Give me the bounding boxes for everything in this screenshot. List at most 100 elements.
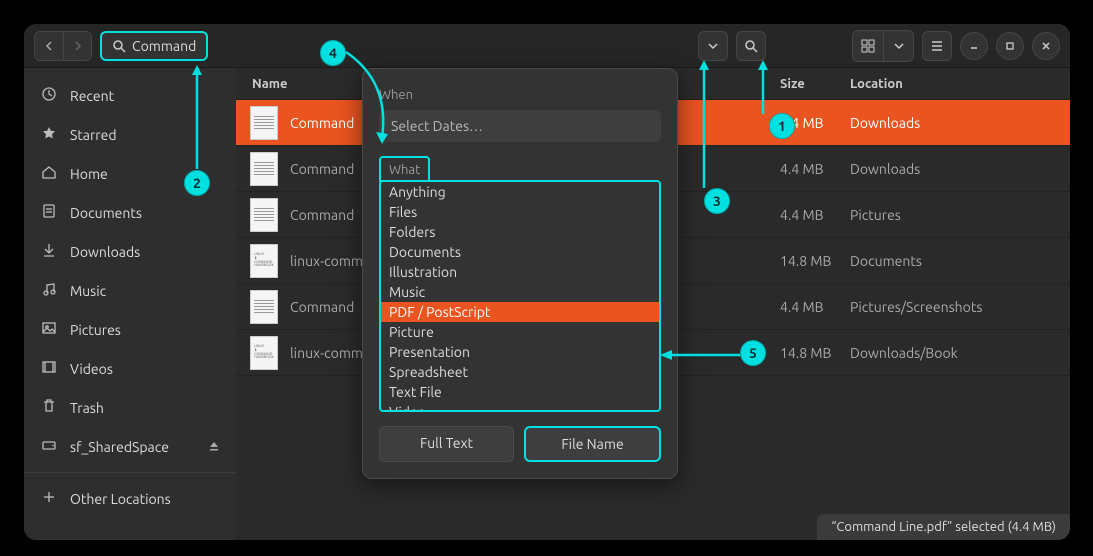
doc-icon xyxy=(40,203,58,222)
annotation-4: 4 xyxy=(320,40,346,66)
file-size: 4.4 MB xyxy=(780,161,850,177)
close-icon xyxy=(1041,41,1051,51)
sidebar-item-music[interactable]: Music xyxy=(24,271,236,310)
hamburger-icon xyxy=(930,39,944,53)
sidebar-item-downloads[interactable]: Downloads xyxy=(24,232,236,271)
sidebar-item-label: Music xyxy=(70,283,106,299)
sidebar-item-label: Recent xyxy=(70,88,114,104)
close-button[interactable] xyxy=(1032,32,1060,60)
hamburger-menu-button[interactable] xyxy=(922,31,952,61)
sidebar-item-label: Starred xyxy=(70,127,117,143)
sidebar-item-label: sf_SharedSpace xyxy=(70,439,169,455)
pic-icon xyxy=(40,320,58,339)
column-location[interactable]: Location xyxy=(850,77,1070,91)
sidebar-item-recent[interactable]: Recent xyxy=(24,76,236,115)
type-option[interactable]: Anything xyxy=(381,182,659,202)
chevron-down-icon xyxy=(894,41,904,51)
search-filter-popover: When Select Dates… What AnythingFilesFol… xyxy=(362,68,678,479)
file-thumbnail xyxy=(250,198,278,232)
annotation-3: 3 xyxy=(704,188,730,214)
search-toggle-button[interactable] xyxy=(736,31,766,61)
status-bar: “Command Line.pdf” selected (4.4 MB) xyxy=(817,514,1070,540)
file-location: Documents xyxy=(850,253,922,269)
clock-icon xyxy=(40,86,58,105)
sidebar-other-locations[interactable]: Other Locations xyxy=(24,479,236,518)
maximize-button[interactable] xyxy=(996,32,1024,60)
file-location: Downloads/Book xyxy=(850,345,958,361)
back-button[interactable] xyxy=(35,32,63,60)
what-label: What xyxy=(389,163,420,177)
type-option[interactable]: Video xyxy=(381,402,659,412)
file-size: 14.8 MB xyxy=(780,253,850,269)
grid-view-button[interactable] xyxy=(853,31,883,61)
file-size: 4.4 MB xyxy=(780,299,850,315)
search-options-dropdown[interactable] xyxy=(698,31,728,61)
when-label: When xyxy=(379,88,413,102)
type-option[interactable]: Illustration xyxy=(381,262,659,282)
file-location: Downloads xyxy=(850,161,920,177)
file-type-list[interactable]: AnythingFilesFoldersDocumentsIllustratio… xyxy=(379,180,661,412)
eject-icon[interactable] xyxy=(208,439,220,455)
grid-icon xyxy=(861,39,875,53)
file-thumbnail xyxy=(250,152,278,186)
sidebar: Recent Starred Home Documents Downloads Music… xyxy=(24,68,236,540)
star-icon xyxy=(40,125,58,144)
minimize-button[interactable] xyxy=(960,32,988,60)
view-mode-group xyxy=(852,30,914,62)
search-query-text: Command xyxy=(132,38,196,54)
file-size: 4.4 MB xyxy=(780,207,850,223)
column-size[interactable]: Size xyxy=(780,77,850,91)
view-dropdown-button[interactable] xyxy=(883,31,913,61)
type-option[interactable]: PDF / PostScript xyxy=(381,302,659,322)
annotation-5: 5 xyxy=(740,340,766,366)
sidebar-item-starred[interactable]: Starred xyxy=(24,115,236,154)
disk-icon xyxy=(40,437,58,456)
home-icon xyxy=(40,164,58,183)
search-icon xyxy=(744,39,758,53)
forward-button[interactable] xyxy=(63,32,91,60)
sidebar-item-videos[interactable]: Videos xyxy=(24,349,236,388)
sidebar-item-label: Home xyxy=(70,166,108,182)
type-option[interactable]: Spreadsheet xyxy=(381,362,659,382)
file-location: Pictures xyxy=(850,207,901,223)
type-option[interactable]: Picture xyxy=(381,322,659,342)
file-name-mode-button[interactable]: File Name xyxy=(524,426,661,462)
type-option[interactable]: Presentation xyxy=(381,342,659,362)
search-icon xyxy=(112,39,126,53)
file-thumbnail xyxy=(250,290,278,324)
sidebar-item-label: Documents xyxy=(70,205,142,221)
file-manager-window: Command RecentStar xyxy=(24,24,1070,540)
annotation-1: 1 xyxy=(769,113,795,139)
minimize-icon xyxy=(969,41,979,51)
trash-icon xyxy=(40,398,58,417)
type-option[interactable]: Documents xyxy=(381,242,659,262)
search-input[interactable]: Command xyxy=(100,31,208,61)
annotation-2: 2 xyxy=(184,170,210,196)
type-option[interactable]: Files xyxy=(381,202,659,222)
file-location: Downloads xyxy=(850,115,920,131)
sidebar-item-label: Other Locations xyxy=(70,491,171,507)
nav-buttons xyxy=(34,31,92,61)
search-mode-row: Full Text File Name xyxy=(379,426,661,462)
sidebar-item-pictures[interactable]: Pictures xyxy=(24,310,236,349)
sidebar-item-label: Downloads xyxy=(70,244,140,260)
sidebar-item-trash[interactable]: Trash xyxy=(24,388,236,427)
type-option[interactable]: Music xyxy=(381,282,659,302)
music-icon xyxy=(40,281,58,300)
file-size: 14.8 MB xyxy=(780,345,850,361)
type-option[interactable]: Text File xyxy=(381,382,659,402)
sidebar-mount[interactable]: sf_SharedSpace xyxy=(24,427,236,466)
chevron-down-icon xyxy=(707,40,719,52)
file-thumbnail xyxy=(250,106,278,140)
select-dates-button[interactable]: Select Dates… xyxy=(379,110,661,142)
video-icon xyxy=(40,359,58,378)
type-option[interactable]: Folders xyxy=(381,222,659,242)
plus-icon xyxy=(40,489,58,508)
sidebar-item-label: Trash xyxy=(70,400,104,416)
sidebar-item-label: Pictures xyxy=(70,322,121,338)
sidebar-item-documents[interactable]: Documents xyxy=(24,193,236,232)
full-text-mode-button[interactable]: Full Text xyxy=(379,426,514,462)
sidebar-item-label: Videos xyxy=(70,361,113,377)
file-location: Pictures/Screenshots xyxy=(850,299,982,315)
file-thumbnail: LINUX⬇COMMANDHANDBOOK xyxy=(250,336,278,370)
